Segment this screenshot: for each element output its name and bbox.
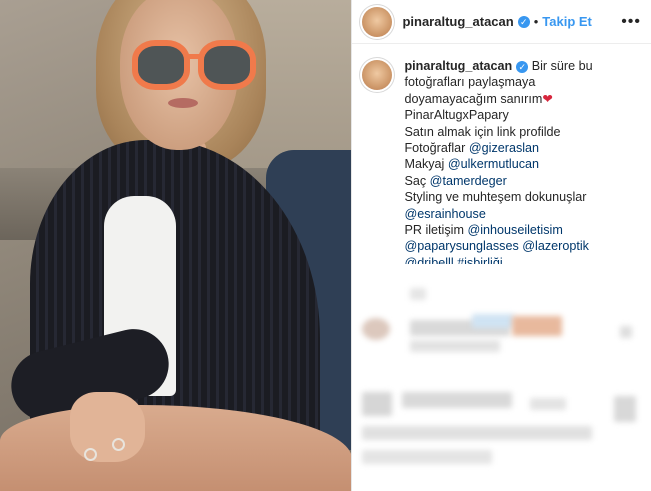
post-header: pinaraltug_atacan ✓ • Takip Et ••• (352, 0, 651, 44)
header-username[interactable]: pinaraltug_atacan (402, 14, 513, 29)
instagram-post: pinaraltug_atacan ✓ • Takip Et ••• pinar… (0, 0, 651, 491)
blurred-line (402, 392, 513, 408)
more-options-icon[interactable]: ••• (621, 13, 641, 31)
blurred-line (530, 398, 567, 410)
caption: pinaraltug_atacan ✓ Bir süre bu fotoğrafl… (352, 44, 651, 271)
hand (70, 392, 145, 462)
blurred-line (362, 426, 593, 440)
mention-link-partial[interactable]: @dribelll #işbirliği (404, 255, 502, 264)
verified-badge-icon: ✓ (517, 15, 530, 28)
blurred-block (472, 314, 515, 328)
caption-line: PR iletişim (404, 223, 468, 238)
mention-link[interactable]: @esrainhouse (404, 207, 485, 221)
avatar[interactable] (362, 6, 393, 37)
left-lens (132, 40, 190, 90)
caption-line: Satın almak için link profilde (404, 124, 561, 139)
blurred-block (512, 316, 563, 336)
lips (168, 98, 198, 108)
caption-line: Styling ve muhteşem dokunuşlar (404, 190, 587, 205)
separator-dot: • (533, 14, 539, 29)
blurred-line (410, 340, 501, 352)
caption-line: Fotoğraflar (404, 141, 469, 156)
caption-line: fotoğrafları paylaşmaya (404, 75, 536, 90)
caption-line: Saç (404, 173, 430, 188)
ring (112, 438, 125, 451)
verified-badge-icon: ✓ (516, 61, 529, 73)
blurred-icon (620, 326, 633, 338)
caption-line: doyamayacağım sanırım (404, 91, 543, 106)
mention-link[interactable]: @inhouseiletisim (467, 223, 562, 237)
mention-link[interactable]: @ulkermutlucan (448, 157, 539, 171)
right-lens (198, 40, 256, 90)
mention-link[interactable]: @tamerdeger (430, 174, 507, 188)
orange-sunglasses (132, 38, 256, 90)
blurred-icon (614, 396, 637, 422)
blurred-block (410, 288, 427, 300)
blurred-line (362, 450, 493, 464)
follow-button[interactable]: Takip Et (542, 14, 592, 29)
caption-username[interactable]: pinaraltug_atacan (404, 59, 512, 73)
caption-text: pinaraltug_atacan ✓ Bir süre bu fotoğrafl… (404, 58, 592, 271)
caption-line: Bir süre bu (531, 59, 593, 73)
blurred-avatar (362, 392, 393, 416)
mention-link[interactable]: @paparysunglasses (404, 239, 518, 253)
post-side-panel: pinaraltug_atacan ✓ • Takip Et ••• pinar… (351, 0, 651, 491)
ring (84, 448, 97, 461)
caption-avatar[interactable] (362, 60, 393, 90)
blurred-avatar (362, 318, 391, 340)
mention-link[interactable]: @lazeroptik (522, 239, 589, 253)
mention-link[interactable]: @gizeraslan (469, 141, 539, 155)
caption-line: Makyaj (404, 157, 448, 172)
caption-line: PinarAltugxPapary (404, 108, 509, 123)
post-photo[interactable] (0, 0, 352, 491)
heart-icon: ❤ (542, 91, 553, 106)
